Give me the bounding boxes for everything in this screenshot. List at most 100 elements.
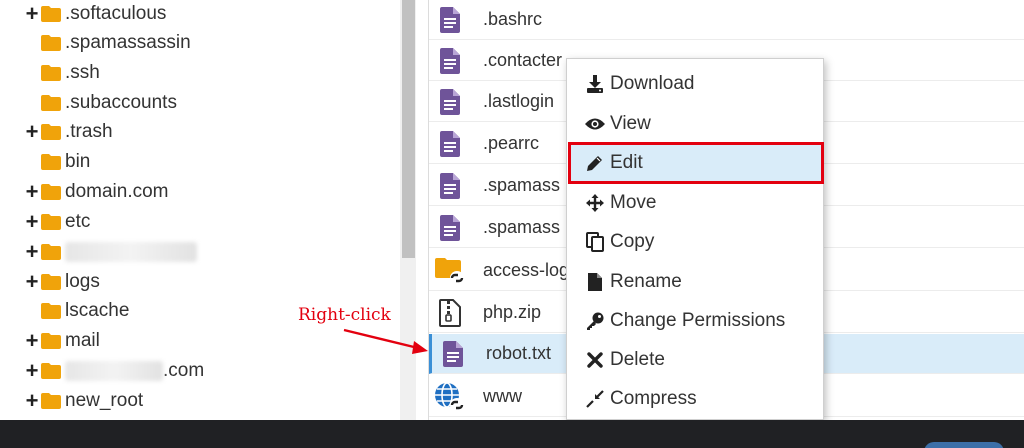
menu-item-move[interactable]: Move	[568, 185, 822, 221]
file-name: .contacter	[483, 50, 563, 70]
file-name: .spamass	[483, 175, 561, 195]
expand-toggle[interactable]: +	[24, 390, 40, 412]
text-file-icon	[433, 6, 467, 33]
edit-highlight-box	[568, 142, 824, 184]
file-name: robot.txt	[486, 343, 552, 363]
expand-toggle[interactable]: +	[24, 121, 40, 143]
folder-icon	[41, 393, 61, 409]
file-name: .spamass	[483, 217, 561, 237]
annotation-arrow-icon	[343, 328, 428, 354]
file-name: access-log	[483, 260, 570, 280]
menu-item-label: Copy	[610, 231, 655, 252]
folder-icon	[41, 244, 61, 260]
menu-item-label: Delete	[610, 349, 665, 370]
menu-item-compress[interactable]: Compress	[568, 381, 822, 417]
file-icon	[584, 273, 606, 291]
right-click-annotation: Right-click	[298, 305, 391, 325]
redacted-label	[65, 361, 163, 381]
tree-item-label: .com	[163, 360, 205, 381]
bottom-taskbar	[0, 420, 1024, 448]
tree-item-softaculous[interactable]: + .softaculous	[24, 0, 167, 28]
expand-toggle[interactable]: +	[24, 360, 40, 382]
menu-item-delete[interactable]: Delete	[568, 342, 822, 378]
tree-item-label: domain.com	[65, 181, 169, 202]
tree-item-label: .softaculous	[65, 3, 167, 24]
tree-item-label: mail	[65, 330, 100, 351]
bottom-pill-button[interactable]	[924, 442, 1004, 448]
folder-icon	[41, 124, 61, 140]
zip-file-icon	[433, 298, 467, 327]
tree-item-label: .ssh	[65, 62, 100, 83]
expand-toggle[interactable]: +	[24, 330, 40, 352]
tree-item-label: bin	[65, 151, 91, 172]
text-file-icon	[433, 172, 467, 199]
tree-item-redacted[interactable]: +	[24, 238, 197, 266]
tree-item-label: logs	[65, 271, 100, 292]
key-icon	[584, 312, 606, 330]
menu-item-label: Change Permissions	[610, 310, 786, 331]
file-name: .lastlogin	[483, 91, 555, 111]
tree-item-ssh[interactable]: .ssh	[24, 59, 100, 87]
tree-item-trash[interactable]: + .trash	[24, 118, 113, 146]
folder-icon	[41, 35, 61, 51]
expand-toggle[interactable]: +	[24, 241, 40, 263]
menu-item-rename[interactable]: Rename	[568, 264, 822, 300]
tree-item-mail[interactable]: + mail	[24, 327, 100, 355]
tree-item-label: .trash	[65, 121, 113, 142]
menu-item-view[interactable]: View	[568, 106, 822, 142]
folder-icon	[41, 184, 61, 200]
menu-item-label: Rename	[610, 271, 682, 292]
menu-item-label: Move	[610, 192, 657, 213]
folder-icon	[41, 274, 61, 290]
tree-item-label: etc	[65, 211, 91, 232]
menu-item-change-permissions[interactable]: Change Permissions	[568, 303, 822, 339]
eye-icon	[584, 117, 606, 131]
context-menu: Download View Edit Move Copy Rename Chan…	[566, 58, 824, 420]
text-file-icon	[433, 130, 467, 157]
tree-item-logs[interactable]: + logs	[24, 268, 100, 296]
tree-item-label: .spamassassin	[65, 32, 191, 53]
text-file-icon	[433, 214, 467, 241]
folder-icon	[41, 363, 61, 379]
tree-item-etc[interactable]: + etc	[24, 208, 91, 236]
folder-icon	[41, 214, 61, 230]
menu-item-copy[interactable]: Copy	[568, 224, 822, 260]
expand-toggle[interactable]: +	[24, 211, 40, 233]
folder-icon	[41, 154, 61, 170]
tree-item-subaccounts[interactable]: .subaccounts	[24, 89, 177, 117]
text-file-icon	[433, 88, 467, 115]
tree-item-lscache[interactable]: lscache	[24, 297, 129, 325]
menu-item-label: View	[610, 113, 651, 134]
expand-toggle[interactable]: +	[24, 3, 40, 25]
tree-item-bin[interactable]: bin	[24, 148, 90, 176]
folder-icon	[41, 6, 61, 22]
file-name: .bashrc	[483, 9, 543, 29]
tree-item-new-root[interactable]: + new_root	[24, 387, 144, 415]
globe-link-icon	[433, 381, 467, 413]
tree-item-spamassassin[interactable]: .spamassassin	[24, 29, 191, 57]
move-arrows-icon	[584, 194, 606, 212]
folder-link-icon	[433, 256, 467, 286]
folder-icon	[41, 65, 61, 81]
redacted-label	[65, 242, 197, 262]
file-name: php.zip	[483, 302, 542, 322]
tree-item-label: lscache	[65, 300, 130, 321]
tree-item-domain[interactable]: + domain.com	[24, 178, 169, 206]
menu-item-download[interactable]: Download	[568, 66, 822, 102]
scrollbar-thumb[interactable]	[402, 0, 415, 258]
menu-item-label: Download	[610, 73, 695, 94]
copy-icon	[584, 232, 606, 252]
file-name: .pearrc	[483, 133, 540, 153]
folder-icon	[41, 333, 61, 349]
tree-item-label: .subaccounts	[65, 92, 177, 113]
menu-item-label: Compress	[610, 388, 697, 409]
expand-toggle[interactable]: +	[24, 181, 40, 203]
expand-toggle[interactable]: +	[24, 271, 40, 293]
tree-item-redacted-com[interactable]: + .com	[24, 357, 205, 385]
compress-icon	[584, 390, 606, 408]
x-icon	[584, 352, 606, 368]
folder-icon	[41, 95, 61, 111]
tree-item-label: new_root	[65, 390, 144, 411]
file-name: www	[483, 386, 522, 406]
file-row[interactable]: .bashrc	[429, 0, 1024, 40]
